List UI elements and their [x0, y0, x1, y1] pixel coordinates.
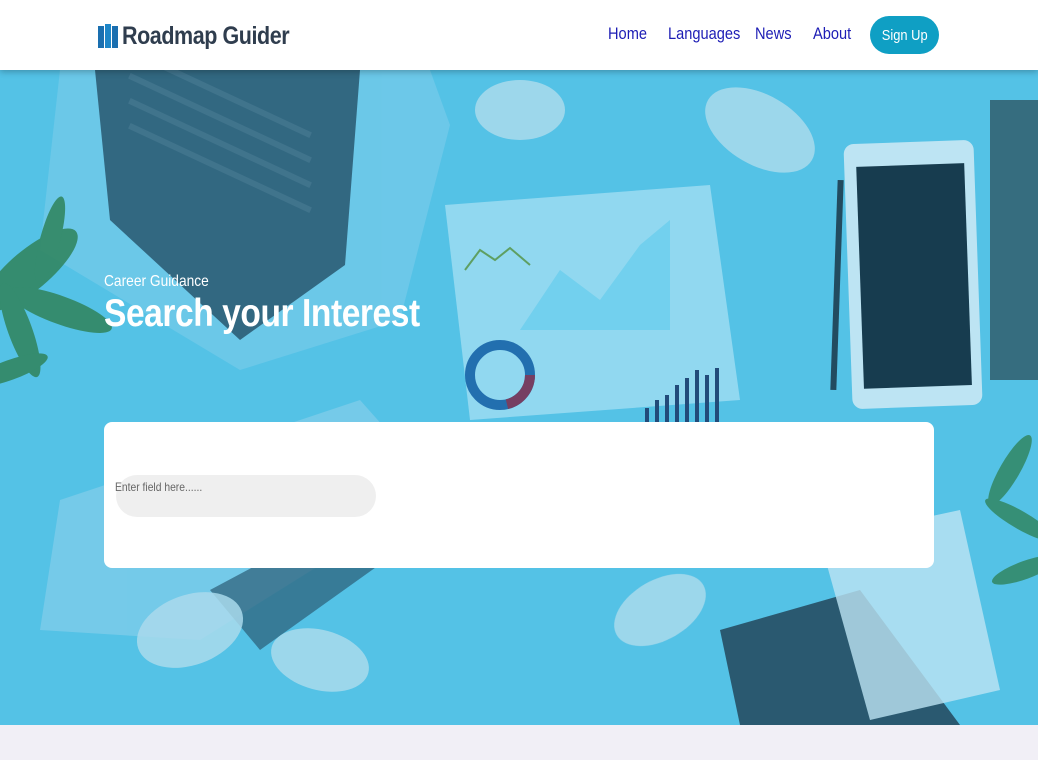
- search-input[interactable]: [116, 475, 376, 517]
- hero-eyebrow: Career Guidance: [104, 273, 209, 290]
- nav-link-home[interactable]: Home: [608, 24, 647, 44]
- signup-button[interactable]: Sign Up: [870, 16, 939, 54]
- search-card: Enter field here......: [104, 422, 934, 568]
- hero-overlay: [0, 70, 1038, 725]
- hero-title: Search your Interest: [104, 292, 420, 335]
- page-section-below: [0, 725, 1038, 760]
- nav-link-about[interactable]: About: [813, 24, 851, 44]
- signup-button-label: Sign Up: [881, 26, 928, 44]
- nav-link-news[interactable]: News: [755, 24, 792, 44]
- hero-section: Career Guidance Search your Interest Ent…: [0, 70, 1038, 725]
- nav-link-languages[interactable]: Languages: [668, 24, 740, 44]
- navbar: Roadmap Guider Home Languages News About…: [0, 0, 1038, 70]
